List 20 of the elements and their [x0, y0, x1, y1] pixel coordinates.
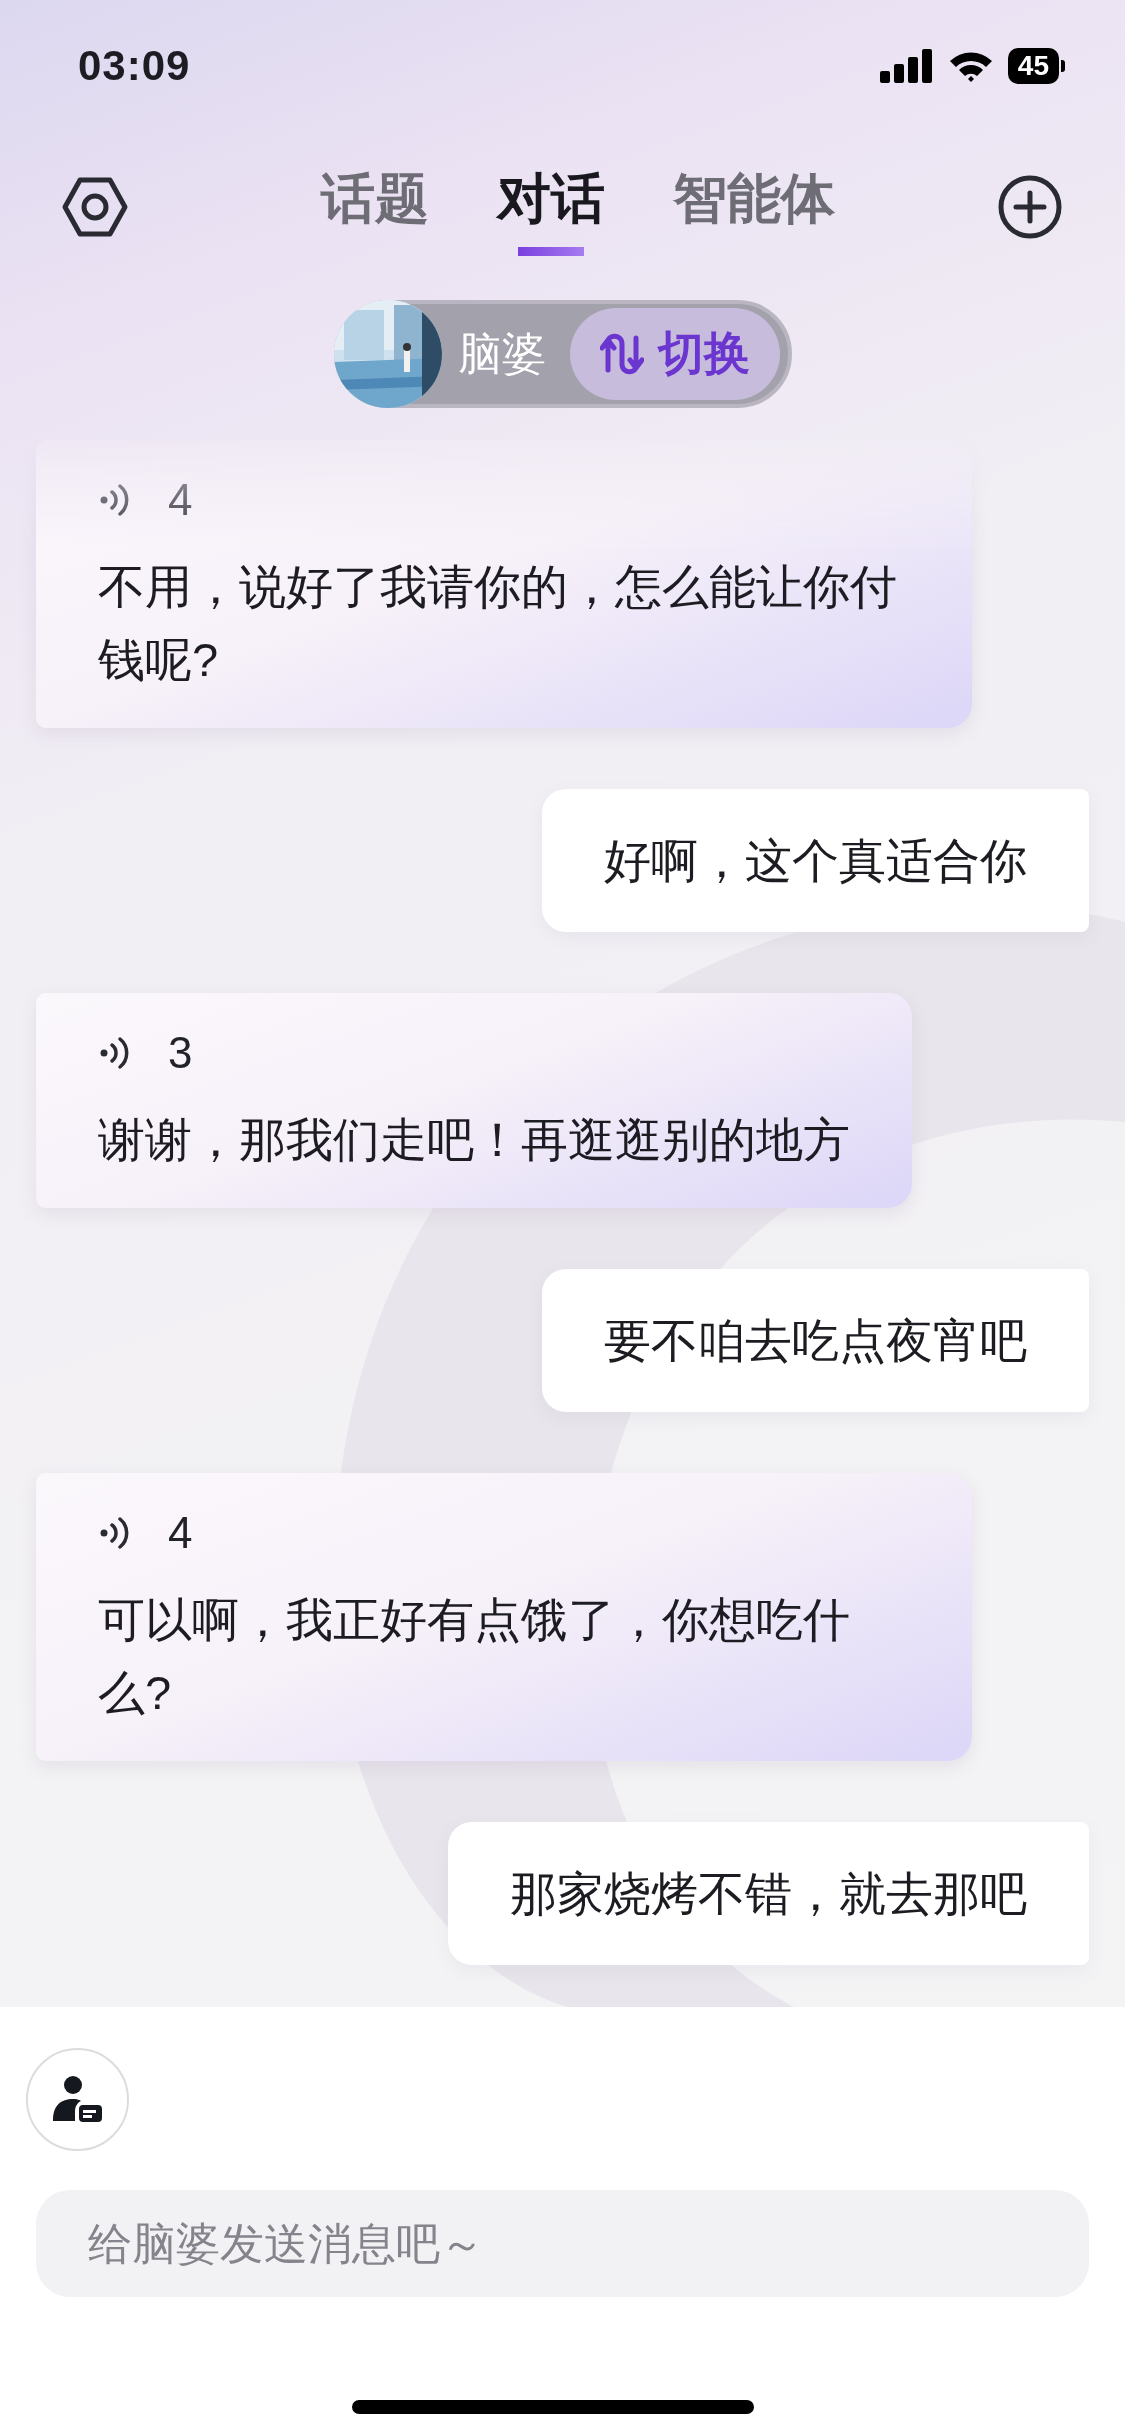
- agent-switch-pill[interactable]: 脑婆 切换: [333, 300, 792, 408]
- user-message: 要不咱去吃点夜宵吧: [542, 1269, 1089, 1412]
- voice-count: 4: [168, 1508, 193, 1558]
- agent-name: 脑婆: [457, 327, 546, 380]
- signal-icon: [879, 49, 934, 83]
- user-message: 那家烧烤不错，就去那吧: [448, 1822, 1089, 1965]
- voice-count: 4: [168, 475, 193, 525]
- nav-tab[interactable]: 话题: [316, 150, 433, 264]
- nav-tab[interactable]: 智能体: [668, 150, 839, 264]
- message-text: 可以啊，我正好有点饿了，你想吃什么?: [98, 1592, 851, 1721]
- add-icon[interactable]: [997, 174, 1063, 240]
- clock-time: 03:09: [78, 42, 191, 90]
- swap-icon: [599, 332, 644, 376]
- voice-count: 3: [168, 1028, 193, 1078]
- message-text: 谢谢，那我们走吧！再逛逛别的地方: [98, 1112, 850, 1168]
- message-text: 不用，说好了我请你的，怎么能让你付钱呢?: [98, 559, 898, 688]
- switch-button[interactable]: 切换: [569, 308, 780, 400]
- message-input[interactable]: 给脑婆发送消息吧～: [36, 2190, 1089, 2297]
- user-message: 好啊，这个真适合你: [542, 789, 1089, 932]
- person-card-icon: [50, 2074, 105, 2125]
